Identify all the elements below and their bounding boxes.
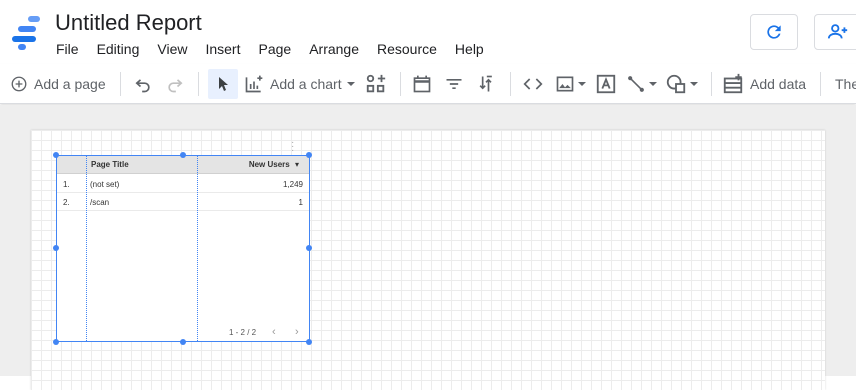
undo-icon [135, 79, 150, 93]
shape-button[interactable] [665, 69, 699, 99]
new-users-cell: 1,249 [282, 180, 303, 189]
data-studio-logo[interactable] [12, 14, 42, 50]
person-add-icon [827, 24, 848, 39]
calendar-icon [413, 75, 431, 93]
redo-icon [168, 79, 183, 93]
toolbar-divider [711, 72, 712, 96]
column-header-new-users-label: New Users [248, 160, 290, 169]
app-header: Untitled Report File Editing View Insert… [0, 0, 856, 64]
toolbar: Add a page Add a chart Add data The [0, 64, 856, 104]
resize-handle[interactable] [306, 152, 312, 158]
add-control-button[interactable] [365, 69, 387, 99]
resize-handle[interactable] [306, 339, 312, 345]
filter-icon [446, 79, 462, 89]
table-header: Page Title New Users ▾ [57, 156, 309, 174]
theme-button[interactable]: The [835, 69, 856, 99]
data-control-button[interactable] [476, 69, 496, 99]
menu-editing[interactable]: Editing [88, 40, 149, 58]
add-circle-icon [11, 76, 27, 92]
refresh-icon [767, 25, 781, 39]
resize-handle[interactable] [180, 152, 186, 158]
column-guide [197, 156, 198, 341]
share-button[interactable] [814, 14, 856, 50]
toolbar-divider [510, 72, 511, 96]
menu-view[interactable]: View [148, 40, 196, 58]
add-page-button[interactable]: Add a page [10, 69, 106, 99]
column-guide [86, 156, 87, 341]
dropdown-arrow-icon [690, 82, 698, 86]
menu-resource[interactable]: Resource [368, 40, 446, 58]
add-data-label: Add data [750, 76, 807, 92]
row-index: 2. [63, 198, 70, 207]
toolbar-divider [820, 72, 821, 96]
line-icon [628, 76, 644, 92]
toolbar-divider [120, 72, 121, 96]
dropdown-arrow-icon [649, 82, 657, 86]
date-range-button[interactable] [412, 69, 432, 99]
next-page-button[interactable]: › [295, 326, 299, 338]
sort-arrows-icon [479, 75, 492, 92]
new-users-cell: 1 [298, 198, 303, 207]
add-data-icon [723, 73, 743, 94]
report-title[interactable]: Untitled Report [55, 10, 202, 36]
column-header-new-users[interactable]: New Users ▾ [249, 160, 299, 169]
text-box-button[interactable] [595, 69, 617, 99]
resize-handle[interactable] [306, 245, 312, 251]
table-row[interactable]: 2. /scan 1 [57, 193, 309, 211]
redo-button[interactable] [165, 69, 185, 99]
menu-arrange[interactable]: Arrange [300, 40, 368, 58]
menu-file[interactable]: File [47, 40, 88, 58]
sort-desc-icon: ▾ [294, 160, 299, 169]
resize-handle[interactable] [53, 339, 59, 345]
line-button[interactable] [626, 69, 658, 99]
resize-handle[interactable] [180, 339, 186, 345]
refresh-button[interactable] [750, 14, 798, 50]
column-header-page-title[interactable]: Page Title [91, 160, 129, 169]
add-chart-icon [245, 75, 263, 93]
resize-handle[interactable] [53, 245, 59, 251]
page-title-cell: /scan [90, 198, 110, 207]
toolbar-divider [400, 72, 401, 96]
table-row[interactable]: 1. (not set) 1,249 [57, 175, 309, 193]
code-icon [523, 78, 543, 90]
dropdown-arrow-icon [578, 82, 586, 86]
menu-bar: File Editing View Insert Page Arrange Re… [47, 40, 493, 58]
select-tool-button[interactable] [208, 69, 238, 99]
cursor-icon [219, 77, 228, 91]
toolbar-divider [198, 72, 199, 96]
dropdown-arrow-icon [346, 82, 355, 86]
image-icon [556, 76, 574, 92]
add-chart-button[interactable]: Add a chart [244, 69, 356, 99]
theme-label: The [835, 76, 856, 92]
image-button[interactable] [555, 69, 587, 99]
table-chart[interactable]: Page Title New Users ▾ 1. (not set) 1,24… [56, 155, 310, 342]
menu-insert[interactable]: Insert [196, 40, 249, 58]
pagination-label: 1 - 2 / 2 [229, 328, 257, 337]
resize-handle[interactable] [53, 152, 59, 158]
filter-control-button[interactable] [444, 69, 464, 99]
text-box-icon [596, 74, 616, 94]
add-chart-label: Add a chart [270, 76, 342, 92]
shapes-icon [666, 74, 686, 94]
undo-button[interactable] [133, 69, 153, 99]
prev-page-button[interactable]: ‹ [272, 326, 276, 338]
row-index: 1. [63, 180, 70, 189]
embed-url-button[interactable] [522, 69, 544, 99]
chart-menu-icon[interactable]: · · · [291, 138, 294, 156]
menu-help[interactable]: Help [446, 40, 493, 58]
menu-page[interactable]: Page [249, 40, 300, 58]
controls-icon [366, 74, 386, 93]
add-data-button[interactable]: Add data [722, 69, 806, 99]
add-page-label: Add a page [34, 76, 106, 92]
page-title-cell: (not set) [90, 180, 120, 189]
